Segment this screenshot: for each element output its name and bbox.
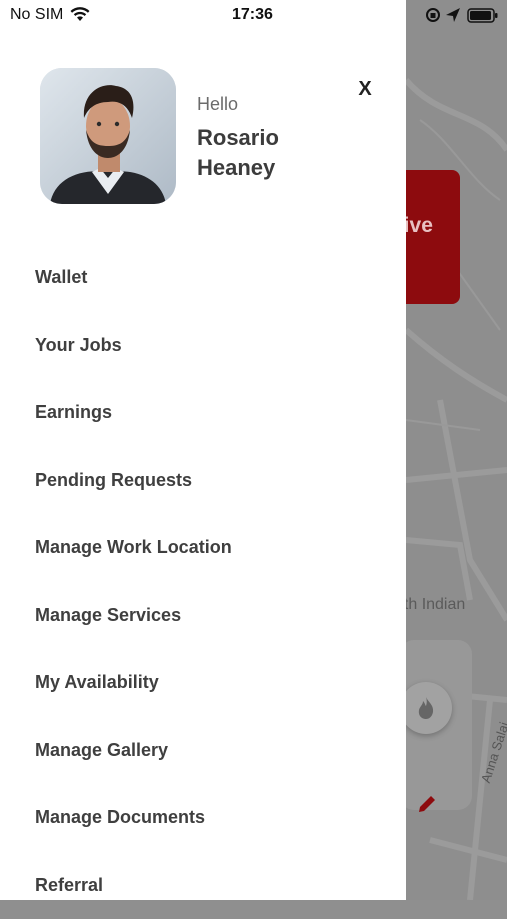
menu-item-earnings[interactable]: Earnings xyxy=(0,379,406,447)
menu-item-manage-gallery[interactable]: Manage Gallery xyxy=(0,717,406,785)
location-arrow-icon xyxy=(446,8,460,22)
navigation-drawer: Hello Rosario Heaney X Wallet Your Jobs … xyxy=(0,0,406,900)
orientation-lock-icon xyxy=(427,9,439,21)
status-bar: No SIM 17:36 xyxy=(0,0,507,30)
wifi-icon xyxy=(70,7,90,22)
menu-item-manage-documents[interactable]: Manage Documents xyxy=(0,784,406,852)
profile-photo xyxy=(40,68,176,204)
menu-item-wallet[interactable]: Wallet xyxy=(0,244,406,312)
menu-item-manage-work-location[interactable]: Manage Work Location xyxy=(0,514,406,582)
menu-item-my-availability[interactable]: My Availability xyxy=(0,649,406,717)
menu-item-manage-services[interactable]: Manage Services xyxy=(0,582,406,650)
menu-item-pending-requests[interactable]: Pending Requests xyxy=(0,447,406,515)
menu-item-referral[interactable]: Referral xyxy=(0,852,406,919)
user-name: Rosario Heaney xyxy=(197,123,347,183)
greeting-label: Hello xyxy=(197,94,238,115)
flame-icon xyxy=(415,696,437,720)
menu-item-your-jobs[interactable]: Your Jobs xyxy=(0,312,406,380)
heatmap-button xyxy=(400,682,452,734)
avatar[interactable] xyxy=(40,68,176,204)
close-button[interactable]: X xyxy=(352,74,378,104)
pencil-icon xyxy=(416,793,438,815)
status-icons xyxy=(424,6,500,24)
battery-icon xyxy=(468,9,498,22)
drawer-menu: Wallet Your Jobs Earnings Pending Reques… xyxy=(0,244,406,919)
carrier-label: No SIM xyxy=(10,6,63,24)
clock: 17:36 xyxy=(232,6,273,24)
